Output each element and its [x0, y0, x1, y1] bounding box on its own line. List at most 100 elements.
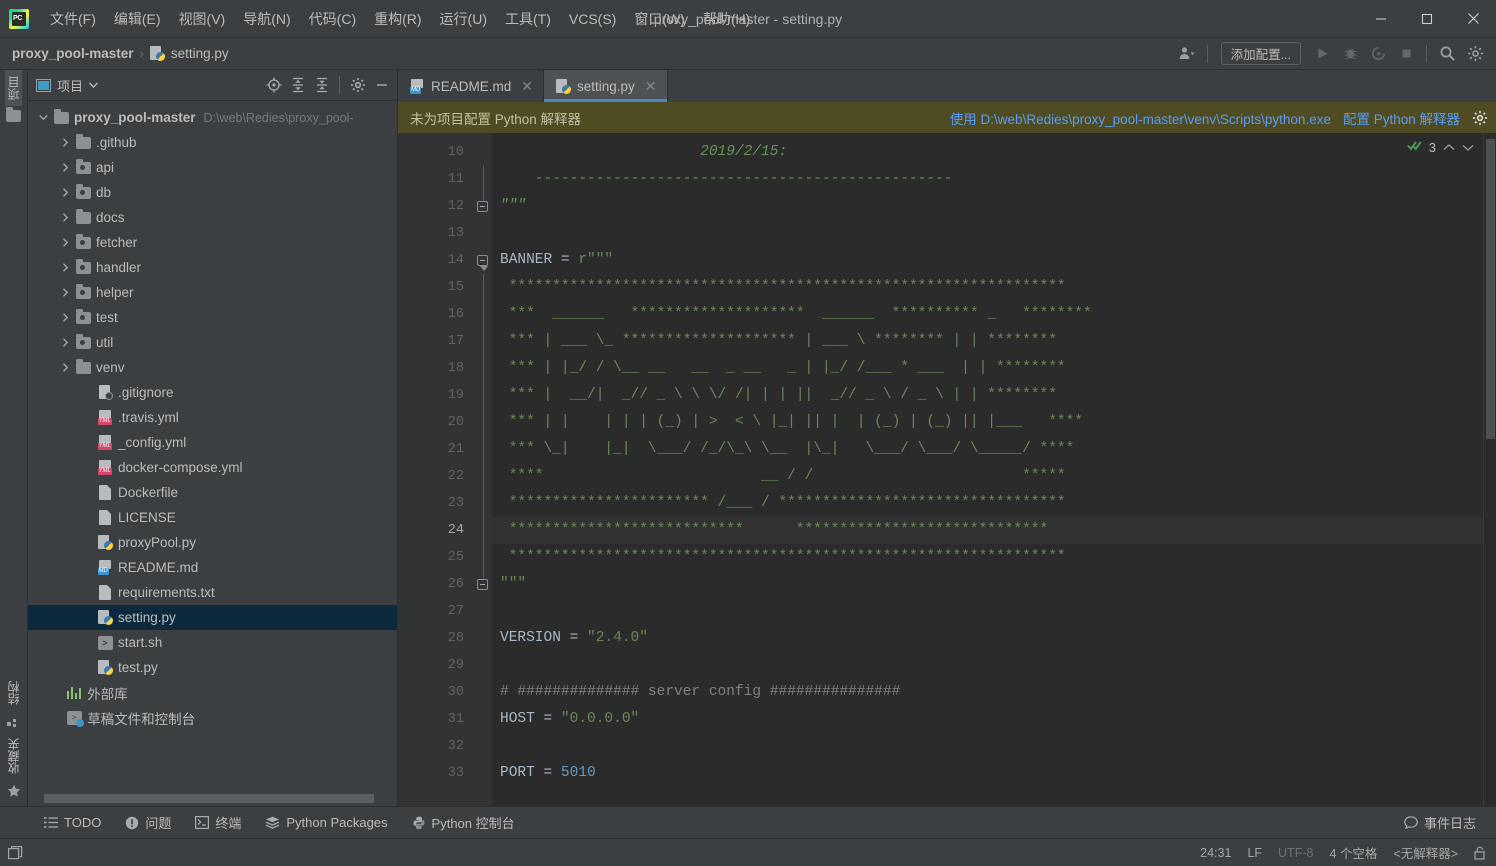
tree-row[interactable]: test [28, 305, 397, 330]
breadcrumb-file[interactable]: setting.py [171, 46, 229, 61]
tree-row[interactable]: > start.sh [28, 630, 397, 655]
fold-region-end[interactable] [476, 544, 492, 598]
menu-code[interactable]: 代码(C) [300, 5, 365, 33]
code-line[interactable]: """ [492, 571, 1496, 598]
menu-view[interactable]: 视图(V) [170, 5, 235, 33]
menu-edit[interactable]: 编辑(E) [105, 5, 170, 33]
tool-window-terminal[interactable]: 终端 [185, 809, 251, 836]
user-profile-icon[interactable] [1174, 42, 1200, 66]
code-line[interactable]: *************************** ************… [492, 517, 1496, 544]
configure-interpreter-link[interactable]: 配置 Python 解释器 [1343, 108, 1460, 128]
chevron-right-icon[interactable] [58, 263, 73, 272]
menu-vcs[interactable]: VCS(S) [560, 7, 625, 31]
fold-region-line[interactable] [476, 382, 492, 409]
code-line[interactable]: *** | | | | | (_) | > < \ |_| || | | (_)… [492, 409, 1496, 436]
settings-gear-icon[interactable] [1462, 42, 1488, 66]
code-line[interactable]: HOST = "0.0.0.0" [492, 706, 1496, 733]
code-line[interactable]: ----------------------------------------… [492, 166, 1496, 193]
fold-region-line[interactable] [476, 301, 492, 328]
tool-window-todo[interactable]: TODO [34, 811, 111, 834]
scrollbar-thumb[interactable] [1486, 139, 1495, 439]
menu-file[interactable]: 文件(F) [41, 5, 105, 33]
menu-navigate[interactable]: 导航(N) [234, 5, 299, 33]
code-folding-strip[interactable] [476, 133, 492, 806]
tree-row[interactable]: api [28, 155, 397, 180]
close-icon[interactable] [1450, 0, 1496, 37]
debug-icon[interactable] [1337, 42, 1363, 66]
code-line[interactable]: **** __ / / ***** [492, 463, 1496, 490]
code-line[interactable] [492, 733, 1496, 760]
code-line[interactable]: ****************************************… [492, 544, 1496, 571]
search-icon[interactable] [1434, 42, 1460, 66]
code-content[interactable]: 2019/2/15: -----------------------------… [492, 133, 1496, 806]
menu-window[interactable]: 窗口(W) [625, 5, 694, 33]
file-encoding[interactable]: UTF-8 [1278, 846, 1313, 860]
sidebar-tab-structure[interactable]: 结构 [5, 675, 22, 711]
fold-region-line[interactable] [476, 328, 492, 355]
editor-tab-readme[interactable]: MD README.md ✕ [398, 70, 544, 102]
tree-row[interactable]: test.py [28, 655, 397, 680]
fold-region-line[interactable] [476, 436, 492, 463]
code-line[interactable]: *********************** /___ / *********… [492, 490, 1496, 517]
menu-help[interactable]: 帮助(H) [694, 5, 759, 33]
chevron-down-icon[interactable] [36, 114, 51, 121]
tree-row[interactable]: .gitignore [28, 380, 397, 405]
project-horizontal-scrollbar[interactable] [28, 790, 397, 806]
code-line[interactable]: ****************************************… [492, 274, 1496, 301]
tree-row[interactable]: venv [28, 355, 397, 380]
tool-window-problems[interactable]: 问题 [115, 809, 181, 836]
menu-run[interactable]: 运行(U) [431, 5, 496, 33]
fold-region-line[interactable] [476, 490, 492, 517]
breadcrumb-project[interactable]: proxy_pool-master [12, 46, 134, 61]
toggle-layout-icon[interactable] [8, 845, 23, 860]
expand-all-icon[interactable] [286, 74, 309, 96]
code-line[interactable] [492, 220, 1496, 247]
code-editor[interactable]: 10 11 12 13 14 15 16 17 18 19 20 21 22 23 24 25 26 27 28 29… [398, 133, 1496, 806]
chevron-right-icon[interactable] [58, 313, 73, 322]
hide-panel-icon[interactable] [370, 74, 393, 96]
tree-row[interactable]: fetcher [28, 230, 397, 255]
code-line[interactable]: *** \_| |_| \___/ /_/\_\ \__ |\_| \___/ … [492, 436, 1496, 463]
tool-window-python-packages[interactable]: Python Packages [255, 811, 397, 834]
code-line[interactable]: PORT = 5010 [492, 760, 1496, 787]
code-line[interactable]: VERSION = "2.4.0" [492, 625, 1496, 652]
interpreter-status[interactable]: <无解释器> [1393, 843, 1458, 862]
sidebar-tab-project[interactable]: 项目 [5, 70, 22, 106]
fold-region-line[interactable] [476, 544, 492, 571]
chevron-right-icon[interactable] [58, 363, 73, 372]
tree-row[interactable]: Dockerfile [28, 480, 397, 505]
tree-row[interactable]: setting.py [28, 605, 397, 630]
menu-refactor[interactable]: 重构(R) [365, 5, 430, 33]
project-tree[interactable]: proxy_pool-master D:\web\Redies\proxy_poo… [28, 101, 397, 790]
editor-vertical-scrollbar[interactable] [1483, 133, 1496, 806]
tree-row[interactable]: 外部库 [28, 680, 397, 705]
tree-row[interactable]: .github [28, 130, 397, 155]
tool-window-python-console[interactable]: Python 控制台 [402, 809, 525, 836]
scrollbar-thumb[interactable] [44, 793, 374, 803]
fold-region-line[interactable] [476, 274, 492, 301]
fold-region-start[interactable] [476, 247, 492, 274]
code-line[interactable]: *** ______ ******************** ______ *… [492, 301, 1496, 328]
fold-region-line[interactable] [476, 355, 492, 382]
code-line[interactable] [492, 598, 1496, 625]
minimize-icon[interactable] [1358, 0, 1404, 37]
code-line[interactable]: *** | ___ \_ ******************** | ___ … [492, 328, 1496, 355]
intention-bulb-icon[interactable] [506, 496, 519, 511]
line-separator[interactable]: LF [1247, 846, 1262, 860]
close-tab-icon[interactable]: ✕ [521, 78, 533, 95]
fold-region-line[interactable] [476, 409, 492, 436]
indent-setting[interactable]: 4 个空格 [1329, 843, 1377, 862]
tree-row[interactable]: YML _config.yml [28, 430, 397, 455]
settings-gear-icon[interactable] [346, 74, 369, 96]
use-interpreter-link[interactable]: 使用 D:\web\Redies\proxy_pool-master\venv\… [950, 108, 1331, 128]
chevron-right-icon[interactable] [58, 138, 73, 147]
tree-row[interactable]: LICENSE [28, 505, 397, 530]
next-highlight-icon[interactable] [1462, 140, 1474, 155]
tree-row[interactable]: docs [28, 205, 397, 230]
chevron-right-icon[interactable] [58, 163, 73, 172]
tree-row[interactable]: YML .travis.yml [28, 405, 397, 430]
locate-target-icon[interactable] [262, 74, 285, 96]
event-log-button[interactable]: 事件日志 [1394, 809, 1496, 836]
caret-position[interactable]: 24:31 [1200, 846, 1231, 860]
code-line[interactable]: # ############## server config #########… [492, 679, 1496, 706]
